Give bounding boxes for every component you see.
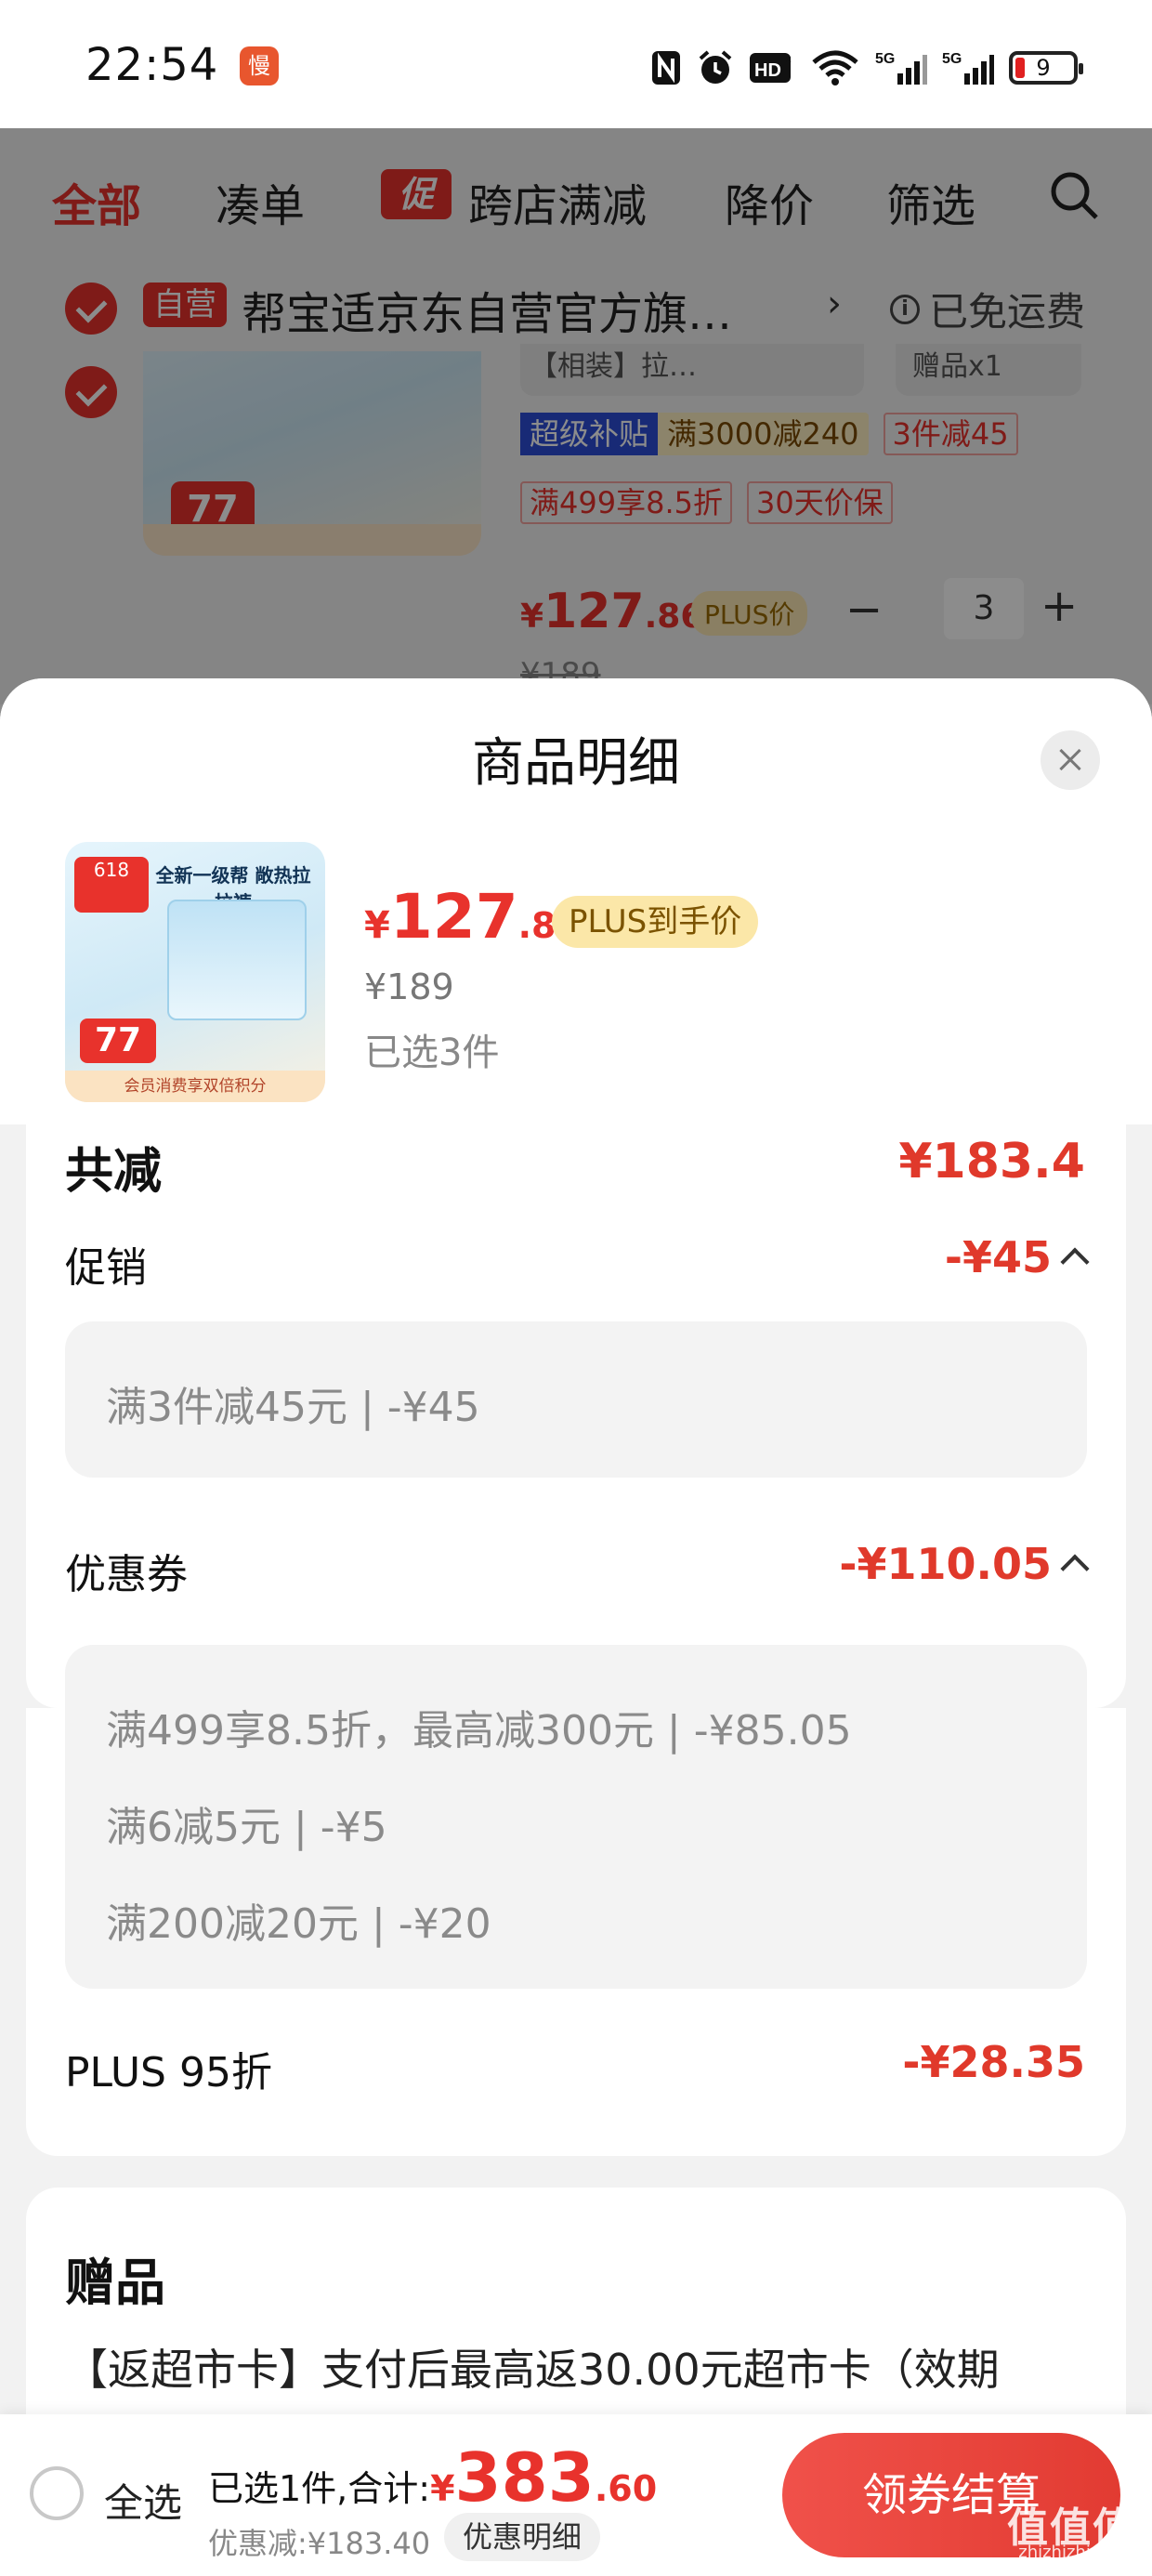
svg-text:HD: HD (754, 60, 781, 81)
select-all-label[interactable]: 全选 (104, 2472, 182, 2529)
image-event-badge: 618 (74, 857, 149, 913)
product-selected-count: 已选3件 (364, 1032, 500, 1074)
product-original-price: ¥189 (364, 966, 454, 1007)
chevron-up-icon (1060, 1247, 1090, 1277)
gift-text: 【返超市卡】支付后最高返30.00元超市卡（效期 (65, 2345, 1000, 2395)
coupon-detail-line: 满499享8.5折，最高减300元 | -¥85.05 (106, 1707, 852, 1755)
coupon-detail-line: 满200减20元 | -¥20 (106, 1900, 491, 1948)
coupon-label: 优惠券 (65, 1551, 188, 1598)
coupon-toggle[interactable]: -¥110.05 (839, 1539, 1090, 1589)
gift-title: 赠品 (65, 2254, 165, 2312)
coupon-detail-line: 满6减5元 | -¥5 (106, 1804, 387, 1851)
product-image: 618 全新一级帮 敞热拉拉裤 77 会员消费享双倍积分 (65, 842, 325, 1102)
reduction-card: 共减 ¥183.4 促销 -¥45 满3件减45元 | -¥45 优惠券 -¥1… (26, 1121, 1126, 1708)
image-strip: 会员消费享双倍积分 (65, 1071, 325, 1102)
chevron-up-icon (1060, 1554, 1090, 1584)
coupon-details-panel: 满499享8.5折，最高减300元 | -¥85.05 满6减5元 | -¥5 … (65, 1645, 1087, 1989)
bottom-bar: 全选 已选1件,合计:¥383.60 优惠减:¥183.40 优惠明细 领券结算… (0, 2414, 1152, 2576)
total-reduction-value: ¥183.4 (898, 1134, 1085, 1189)
promotion-value: -¥45 (944, 1232, 1052, 1282)
plus-badge: PLUS到手价 (552, 896, 759, 948)
status-time: 22:54 (85, 39, 219, 91)
svg-text:5G: 5G (942, 51, 962, 67)
promotion-details: 满3件减45元 | -¥45 (65, 1321, 1087, 1478)
5g-signal-icon: 5G (875, 49, 927, 86)
wifi-icon (810, 49, 860, 86)
discount-detail-button[interactable]: 优惠明细 (444, 2513, 601, 2561)
sheet-header: 商品明细 618 全新一级帮 敞热拉拉裤 77 会员消费享双倍积分 ¥127.8… (0, 678, 1152, 1124)
app-notification-icon: 慢 (240, 46, 279, 85)
status-icons: HD 2 5G 5G 9 (650, 45, 1083, 91)
image-price-badge: 77 (80, 1019, 156, 1063)
total-summary: 已选1件,合计:¥383.60 (208, 2438, 658, 2517)
battery-icon: 9 (1009, 51, 1083, 85)
image-product-pack (167, 900, 307, 1020)
price-detail-sheet: 商品明细 618 全新一级帮 敞热拉拉裤 77 会员消费享双倍积分 ¥127.8… (0, 678, 1152, 2576)
nfc-icon (650, 49, 682, 86)
hd-icon: HD 2 (749, 49, 795, 86)
svg-text:2: 2 (786, 55, 792, 65)
select-all-radio[interactable] (30, 2466, 84, 2520)
watermark-url: zhizhizhi.com (1018, 2543, 1132, 2562)
battery-level: 9 (1036, 55, 1051, 81)
alarm-icon (697, 49, 734, 86)
svg-text:5G: 5G (875, 51, 895, 67)
image-headline: 全新一级帮 敞热拉拉裤 (155, 864, 311, 913)
product-price: ¥127.86 (364, 881, 581, 953)
coupon-value: -¥110.05 (839, 1539, 1052, 1589)
5g-signal-icon: 5G (942, 49, 994, 86)
plus-discount-value: -¥28.35 (902, 2037, 1085, 2087)
promotion-detail-line: 满3件减45元 | -¥45 (106, 1384, 480, 1431)
discount-summary: 优惠减:¥183.40 (208, 2526, 431, 2561)
plus-discount-label: PLUS 95折 (65, 2049, 272, 2096)
close-icon[interactable] (1041, 730, 1100, 790)
sheet-title: 商品明细 (472, 733, 680, 794)
promotion-label: 促销 (65, 1244, 147, 1292)
promotion-toggle[interactable]: -¥45 (944, 1232, 1090, 1282)
total-reduction-label: 共减 (65, 1144, 163, 1200)
battery-level-fill (1015, 58, 1025, 78)
status-bar: 22:54 慢 HD 2 5G 5G 9 (0, 0, 1152, 128)
modal-overlay[interactable] (0, 128, 1152, 723)
